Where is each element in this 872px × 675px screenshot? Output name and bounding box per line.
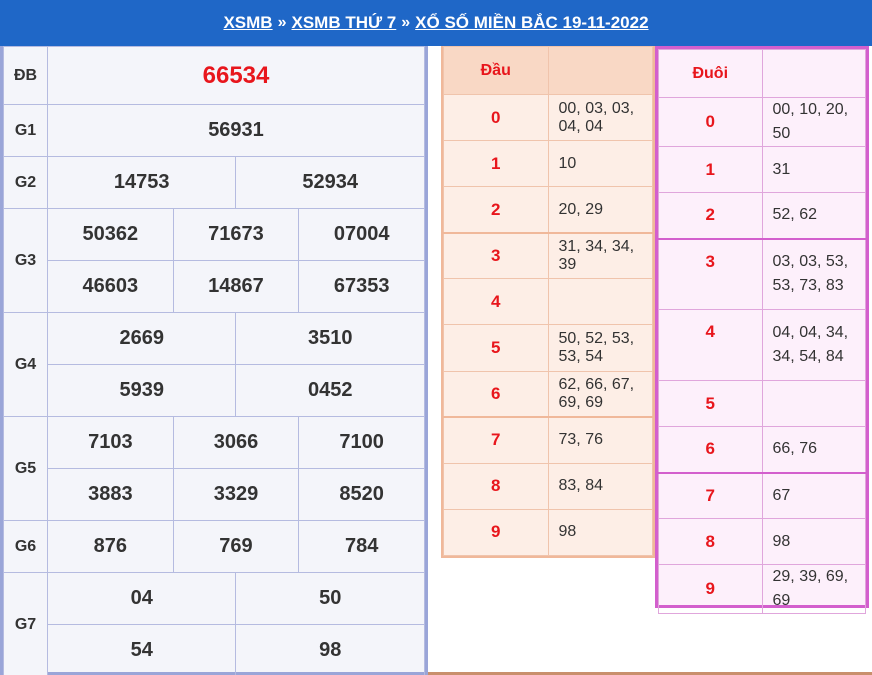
breadcrumb: XSMB » XSMB THỨ 7 » XỔ SỐ MIỀN BẮC 19-11… (0, 0, 872, 46)
prize-g5-number: 8520 (298, 468, 425, 521)
prize-g7-number: 04 (46, 572, 237, 625)
dau-value: 50, 52, 53, 53, 54 (547, 324, 653, 372)
duoi-value: 98 (761, 518, 866, 565)
duoi-header-values (761, 49, 866, 98)
dau-key: 7 (443, 416, 549, 464)
dau-value: 10 (547, 140, 653, 188)
duoi-key: 3 (658, 238, 763, 310)
duoi-key: 4 (658, 309, 763, 381)
duoi-table: Đuôi 0 00, 10, 20, 50 1 31 2 52, 62 3 03, 03… (655, 46, 869, 614)
prize-g4-number: 5939 (46, 364, 237, 417)
duoi-value (761, 380, 866, 427)
duoi-value: 29, 39, 69, 69 (761, 564, 866, 614)
prize-g3-number: 67353 (298, 260, 425, 313)
duoi-key: 7 (658, 472, 763, 519)
prize-g3-number: 71673 (172, 208, 300, 261)
prize-g3-number: 50362 (47, 208, 174, 261)
dau-key: 5 (443, 324, 549, 372)
dau-value: 73, 76 (547, 416, 653, 464)
prize-label-db: ĐB (3, 46, 48, 105)
prize-g5-number: 3883 (47, 468, 174, 521)
dau-value: 98 (547, 508, 653, 557)
prize-g5-number: 7103 (47, 416, 174, 469)
duoi-value: 03, 03, 53, 53, 73, 83 (761, 238, 866, 310)
breadcrumb-link-xsmb-thu-7[interactable]: XSMB THỨ 7 (291, 13, 396, 33)
dau-key: 3 (443, 232, 549, 280)
prize-g6-number: 876 (47, 520, 174, 573)
dau-value: 00, 03, 03, 04, 04 (547, 94, 653, 142)
duoi-value: 04, 04, 34, 34, 54, 84 (761, 309, 866, 381)
dau-key: 0 (443, 94, 549, 142)
dau-key: 1 (443, 140, 549, 188)
duoi-key: 1 (658, 146, 763, 193)
breadcrumb-separator: » (277, 14, 287, 31)
prize-label-g3: G3 (3, 208, 48, 313)
dau-key: 2 (443, 186, 549, 234)
dau-value: 31, 34, 34, 39 (547, 232, 653, 280)
dau-value: 62, 66, 67, 69, 69 (547, 370, 653, 419)
duoi-key: 0 (658, 97, 763, 147)
prize-g3-number: 46603 (47, 260, 174, 313)
prize-g3-number: 14867 (172, 260, 300, 313)
dau-header: Đầu (443, 45, 549, 96)
prize-g4-number: 3510 (235, 312, 425, 365)
prize-g6-number: 769 (172, 520, 300, 573)
dau-key: 4 (443, 278, 549, 326)
prize-g1-number: 56931 (47, 104, 425, 157)
duoi-key: 8 (658, 518, 763, 565)
prize-label-g5: G5 (3, 416, 48, 521)
duoi-key: 2 (658, 192, 763, 240)
duoi-key: 9 (658, 564, 763, 614)
duoi-key: 6 (658, 426, 763, 474)
duoi-value: 67 (761, 472, 866, 519)
prize-g5-number: 3329 (172, 468, 300, 521)
prize-label-g6: G6 (3, 520, 48, 573)
prize-g7-number: 54 (46, 624, 237, 675)
prize-g3-number: 07004 (298, 208, 425, 261)
prize-g4-number: 2669 (46, 312, 237, 365)
prize-g2-number: 52934 (235, 156, 425, 209)
breadcrumb-link-xsmb[interactable]: XSMB (223, 13, 272, 33)
prize-g7-number: 50 (235, 572, 425, 625)
prize-g2-number: 14753 (46, 156, 237, 209)
duoi-header: Đuôi (658, 49, 763, 98)
prize-g6-number: 784 (298, 520, 425, 573)
dau-value (547, 278, 653, 326)
dau-table: Đầu 0 00, 03, 03, 04, 04 1 10 2 20, 29 3 31,… (441, 45, 655, 558)
duoi-value: 31 (761, 146, 866, 193)
dau-value: 83, 84 (547, 462, 653, 510)
prize-g5-number: 3066 (172, 416, 300, 469)
duoi-value: 52, 62 (761, 192, 866, 240)
prize-g5-number: 7100 (298, 416, 425, 469)
dau-key: 8 (443, 462, 549, 510)
prize-label-g1: G1 (3, 104, 48, 157)
dau-value: 20, 29 (547, 186, 653, 234)
prize-g7-number: 98 (235, 624, 425, 675)
prize-db-number: 66534 (47, 46, 425, 105)
results-table: ĐB 66534 G1 56931 G2 14753 52934 G3 5036… (0, 46, 428, 675)
dau-key: 9 (443, 508, 549, 557)
duoi-value: 66, 76 (761, 426, 866, 474)
duoi-value: 00, 10, 20, 50 (761, 97, 866, 147)
duoi-key: 5 (658, 380, 763, 427)
prize-label-g2: G2 (3, 156, 48, 209)
dau-key: 6 (443, 370, 549, 419)
prize-g4-number: 0452 (235, 364, 425, 417)
prize-label-g7: G7 (3, 572, 48, 675)
dau-header-values (547, 45, 653, 96)
breadcrumb-link-current[interactable]: XỔ SỐ MIỀN BẮC 19-11-2022 (415, 13, 648, 33)
breadcrumb-separator: » (401, 14, 411, 31)
prize-label-g4: G4 (3, 312, 48, 417)
